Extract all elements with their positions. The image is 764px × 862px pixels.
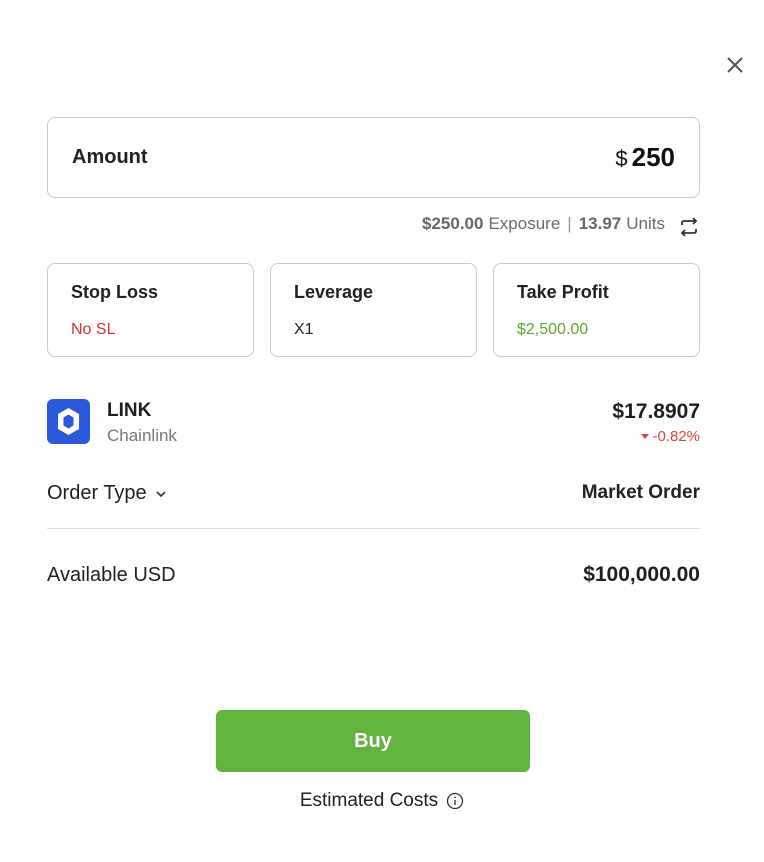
available-usd-label: Available USD — [47, 564, 176, 586]
amount-value[interactable]: $ 250 — [615, 142, 675, 173]
units-label: Units — [626, 214, 665, 233]
take-profit-title: Take Profit — [517, 282, 609, 302]
amount-label: Amount — [72, 146, 148, 168]
swap-icon — [680, 217, 698, 237]
asset-change-value: -0.82% — [652, 428, 700, 445]
asset-symbol: LINK — [107, 400, 152, 421]
exposure-label: Exposure — [488, 214, 561, 233]
divider — [47, 528, 700, 529]
units-value: 13.97 — [578, 214, 622, 233]
estimated-costs[interactable]: Estimated Costs — [0, 790, 764, 812]
swap-button[interactable] — [678, 216, 700, 238]
close-button[interactable] — [722, 52, 748, 78]
order-type-dropdown[interactable]: Order Type — [47, 482, 167, 505]
down-arrow-icon — [641, 434, 650, 439]
leverage-title: Leverage — [294, 282, 374, 302]
amount-number[interactable]: 250 — [632, 142, 675, 173]
available-usd-value: $100,000.00 — [583, 563, 700, 586]
estimated-costs-label: Estimated Costs — [299, 790, 439, 811]
exposure-value: $250.00 — [422, 214, 484, 233]
amount-currency: $ — [615, 146, 628, 171]
take-profit-value: $2,500.00 — [517, 321, 589, 338]
asset-name: Chainlink — [107, 426, 177, 445]
close-icon — [727, 57, 743, 73]
amount-field[interactable]: Amount $ 250 — [47, 117, 700, 198]
asset-price: $17.8907 — [612, 400, 700, 423]
asset-change: -0.82% — [641, 428, 700, 445]
stop-loss-title: Stop Loss — [71, 282, 159, 302]
info-icon[interactable] — [446, 792, 464, 810]
stop-loss-value: No SL — [71, 321, 116, 338]
leverage-box[interactable]: Leverage X1 — [270, 263, 477, 357]
leverage-value: X1 — [294, 321, 314, 338]
buy-button[interactable]: Buy — [216, 710, 530, 772]
exposure-separator: | — [567, 214, 572, 233]
chainlink-logo-icon — [47, 399, 90, 444]
take-profit-box[interactable]: Take Profit $2,500.00 — [493, 263, 700, 357]
stop-loss-box[interactable]: Stop Loss No SL — [47, 263, 254, 357]
order-type-label: Order Type — [47, 482, 147, 504]
chevron-down-icon — [156, 490, 166, 497]
exposure-summary: $250.00 Exposure | 13.97 Units — [422, 214, 700, 234]
order-type-value: Market Order — [581, 482, 700, 503]
